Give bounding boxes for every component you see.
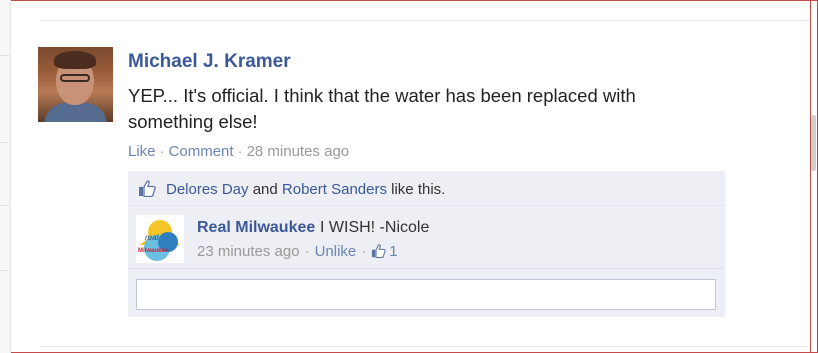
comment-timestamp[interactable]: 23 minutes ago: [197, 243, 300, 260]
thumbs-up-icon: [139, 180, 156, 197]
likes-suffix: like this.: [391, 181, 446, 198]
scrollbar[interactable]: [811, 115, 816, 171]
comment-link[interactable]: Comment: [169, 143, 234, 160]
likes-summary: Delores Day and Robert Sanders like this…: [128, 171, 725, 206]
logo-text: real: [145, 233, 159, 242]
separator: ·: [159, 143, 165, 160]
bottom-divider: [40, 346, 810, 347]
previous-column-edge: [0, 0, 11, 353]
real-milwaukee-logo[interactable]: real Milwaukee: [136, 215, 184, 263]
frame-divider: [810, 0, 811, 353]
comment-author[interactable]: Real Milwaukee: [197, 219, 315, 237]
top-divider: [40, 20, 810, 21]
comment-item: real Milwaukee Real Milwaukee I WISH! -N…: [128, 207, 725, 269]
comment-actions: 23 minutes ago · Unlike · 1: [197, 243, 398, 260]
liker-name[interactable]: Robert Sanders: [282, 181, 387, 198]
reply-input[interactable]: [136, 279, 716, 310]
post-author[interactable]: Michael J. Kramer: [128, 51, 291, 73]
separator: ·: [304, 243, 310, 260]
unlike-link[interactable]: Unlike: [315, 243, 357, 260]
separator: ·: [237, 143, 243, 160]
post-text: YEP... It's official. I think that the w…: [128, 85, 636, 132]
comment-text: I WISH! -Nicole: [320, 219, 430, 236]
liker-name[interactable]: Delores Day: [166, 181, 249, 198]
post-timestamp[interactable]: 28 minutes ago: [247, 143, 350, 160]
likes-conjunction: and: [252, 181, 278, 198]
comments-section: Delores Day and Robert Sanders like this…: [128, 171, 725, 317]
comment-like-count[interactable]: 1: [371, 243, 398, 260]
logo-text: Milwaukee: [138, 248, 169, 254]
like-count-value: 1: [389, 243, 398, 260]
avatar[interactable]: [38, 47, 113, 122]
thumbs-up-icon: [372, 244, 386, 258]
separator: ·: [361, 243, 367, 260]
like-link[interactable]: Like: [128, 143, 156, 160]
post-actions: Like · Comment · 28 minutes ago: [128, 143, 349, 160]
